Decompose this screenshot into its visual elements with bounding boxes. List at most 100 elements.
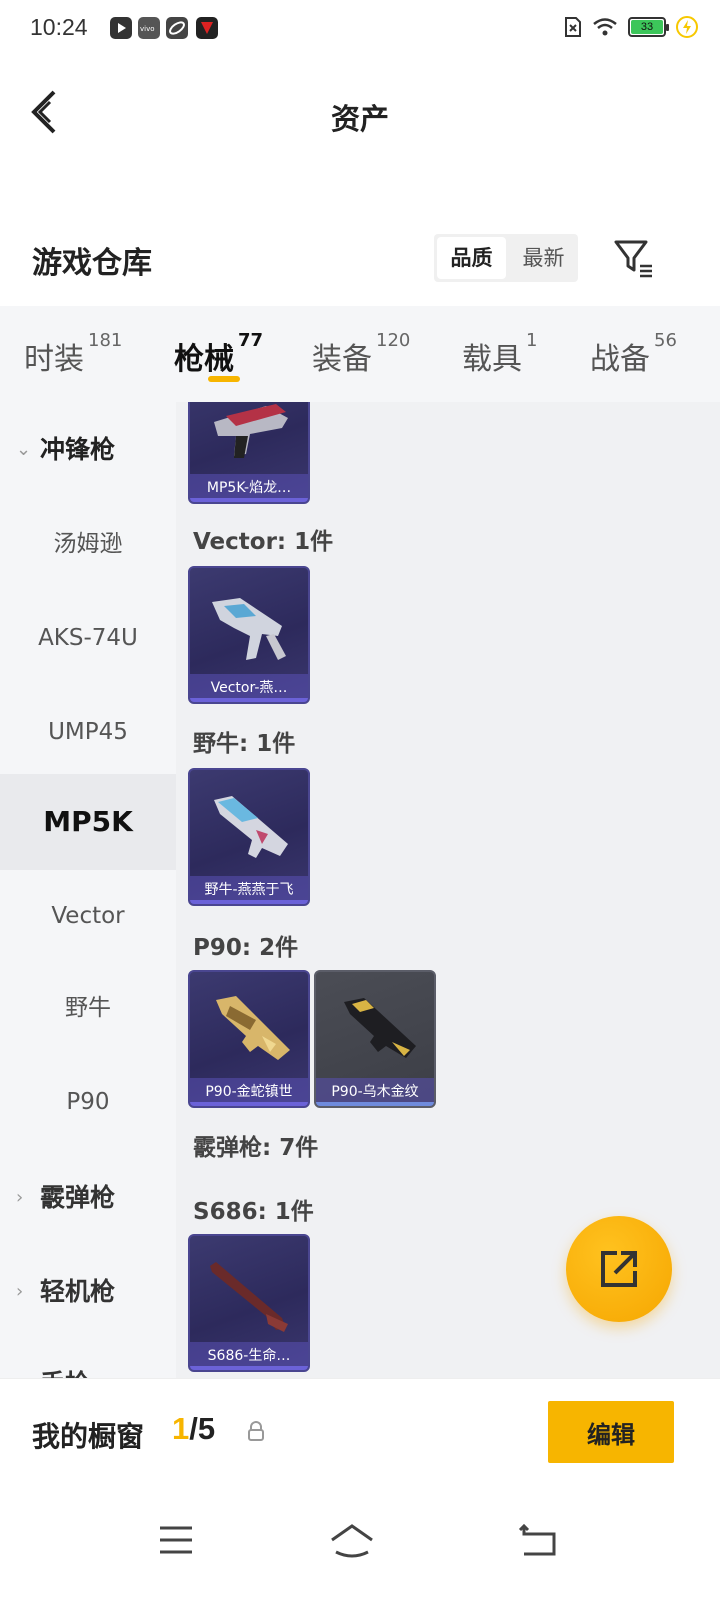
- system-nav-bar: [0, 1490, 720, 1600]
- back-icon: [518, 1523, 556, 1556]
- sidebar-item-p90[interactable]: P90: [0, 1054, 176, 1150]
- sidebar-item-label: Vector: [51, 903, 125, 929]
- tab-label: 时装: [24, 342, 84, 377]
- card-rarity-line: [190, 900, 308, 904]
- sidebar-item-aks74u[interactable]: AKS-74U: [0, 590, 176, 686]
- sidebar-item-bizon[interactable]: 野牛: [0, 960, 176, 1056]
- group-label-p90: P90: 2件: [193, 935, 299, 961]
- weapon-card-p90-ebony[interactable]: P90-乌木金纹: [314, 970, 436, 1108]
- chevron-down-icon: ⌄: [16, 439, 32, 460]
- share-button[interactable]: [566, 1216, 672, 1322]
- lock-icon: [248, 1421, 264, 1441]
- status-time: 10:24: [30, 14, 88, 40]
- smg-skin-art-icon: [216, 996, 290, 1060]
- tab-label: 战备: [590, 342, 650, 377]
- sidebar-item-smg[interactable]: ⌄ 冲锋枪: [0, 402, 176, 498]
- group-label-vector: Vector: 1件: [193, 529, 334, 555]
- showcase-total: /5: [189, 1411, 216, 1446]
- tab-label: 枪械: [174, 342, 234, 377]
- card-rarity-line: [190, 498, 308, 502]
- tab-equipment[interactable]: 装备120: [312, 330, 410, 378]
- showcase-bar: 我的橱窗 1/5 编辑: [0, 1378, 720, 1490]
- sidebar-item-label: UMP45: [48, 719, 128, 745]
- tab-count: 1: [526, 330, 538, 351]
- tab-fashion[interactable]: 时装181: [24, 330, 122, 378]
- sidebar-item-shotgun[interactable]: › 霰弹枪: [0, 1150, 176, 1246]
- sort-quality-button[interactable]: 品质: [437, 237, 506, 279]
- back-nav-button[interactable]: [508, 1510, 568, 1570]
- link-app-icon: [166, 17, 188, 39]
- sort-newest-button[interactable]: 最新: [509, 234, 578, 282]
- sidebar-item-label: 野牛: [65, 995, 111, 1021]
- group-label-shotgun: 霰弹枪: 7件: [193, 1135, 319, 1161]
- smg-skin-art-icon: [214, 796, 288, 858]
- chevron-right-icon: ›: [16, 1281, 24, 1302]
- sim-off-icon: [565, 17, 581, 37]
- sidebar-item-label: 霰弹枪: [40, 1183, 116, 1212]
- sort-toggle: 品质 最新: [434, 234, 578, 282]
- home-nav-button[interactable]: [322, 1510, 382, 1570]
- menu-nav-button[interactable]: [146, 1510, 206, 1570]
- page-title: 资产: [330, 102, 389, 136]
- header: 资产: [0, 70, 720, 160]
- weapon-sidebar: ⌄ 冲锋枪 汤姆逊 AKS-74U UMP45 MP5K Vector 野牛 P…: [0, 402, 176, 1402]
- sidebar-item-label: 汤姆逊: [53, 531, 123, 557]
- card-rarity-line: [190, 1102, 308, 1106]
- group-label-bizon: 野牛: 1件: [193, 731, 296, 757]
- filter-icon: [614, 240, 652, 278]
- status-icons: 33: [564, 16, 698, 38]
- sidebar-item-mp5k[interactable]: MP5K: [0, 774, 176, 870]
- card-rarity-line: [190, 698, 308, 702]
- sidebar-item-thompson[interactable]: 汤姆逊: [0, 496, 176, 592]
- tab-count: 56: [654, 330, 677, 351]
- shotgun-skin-art-icon: [210, 1262, 288, 1332]
- edit-button[interactable]: 编辑: [548, 1401, 674, 1463]
- filter-button[interactable]: [612, 236, 656, 280]
- battery-level: 33: [631, 20, 663, 34]
- showcase-count: 1/5: [172, 1411, 215, 1447]
- group-label-s686: S686: 1件: [193, 1199, 314, 1225]
- tab-label: 载具: [462, 342, 522, 377]
- category-tabs: 时装181 枪械77 装备120 载具1 战备56: [0, 306, 720, 402]
- video-app-icon: [110, 17, 132, 39]
- tab-label: 装备: [312, 342, 372, 377]
- smg-skin-art-icon: [344, 998, 416, 1058]
- active-tab-indicator: [208, 376, 240, 382]
- warehouse-title: 游戏仓库: [32, 246, 152, 281]
- battery-icon: 33: [628, 17, 669, 37]
- sidebar-item-ump45[interactable]: UMP45: [0, 684, 176, 780]
- menu-icon: [160, 1526, 192, 1554]
- status-bar: 10:24 vivo 33: [0, 0, 720, 56]
- weapon-card-s686[interactable]: S686-生命…: [188, 1234, 310, 1372]
- tab-count: 120: [376, 330, 411, 351]
- sidebar-item-label: 冲锋枪: [40, 435, 116, 464]
- card-rarity-line: [190, 1366, 308, 1370]
- smg-skin-art-icon: [214, 404, 288, 458]
- tab-guns[interactable]: 枪械77: [174, 330, 263, 378]
- sidebar-item-lmg[interactable]: › 轻机枪: [0, 1244, 176, 1340]
- sidebar-item-vector[interactable]: Vector: [0, 868, 176, 964]
- weapon-card-bizon[interactable]: 野牛-燕燕于飞: [188, 768, 310, 906]
- weapon-card-vector[interactable]: Vector-燕…: [188, 566, 310, 704]
- tab-count: 181: [88, 330, 123, 351]
- share-icon: [601, 1251, 637, 1287]
- smg-skin-art-icon: [212, 598, 286, 660]
- sidebar-item-label: 轻机枪: [40, 1277, 116, 1306]
- sidebar-item-label: AKS-74U: [38, 625, 138, 651]
- tab-count: 77: [238, 330, 264, 351]
- sidebar-item-label: MP5K: [43, 805, 133, 838]
- tab-vehicles[interactable]: 载具1: [462, 330, 537, 378]
- weapon-card-mp5k[interactable]: MP5K-焰龙…: [188, 402, 310, 504]
- vivo-icon: vivo: [138, 17, 160, 39]
- svg-text:vivo: vivo: [140, 25, 155, 33]
- charging-icon: [676, 16, 698, 38]
- showcase-current: 1: [172, 1411, 190, 1446]
- showcase-label: 我的橱窗: [32, 1420, 145, 1453]
- card-rarity-line: [316, 1102, 434, 1106]
- tab-supplies[interactable]: 战备56: [590, 330, 677, 378]
- chevron-right-icon: ›: [16, 1187, 24, 1208]
- wifi-icon: [593, 18, 617, 36]
- weapon-card-p90-gold[interactable]: P90-金蛇镇世: [188, 970, 310, 1108]
- game-app-icon: [196, 17, 218, 39]
- home-icon: [331, 1524, 373, 1558]
